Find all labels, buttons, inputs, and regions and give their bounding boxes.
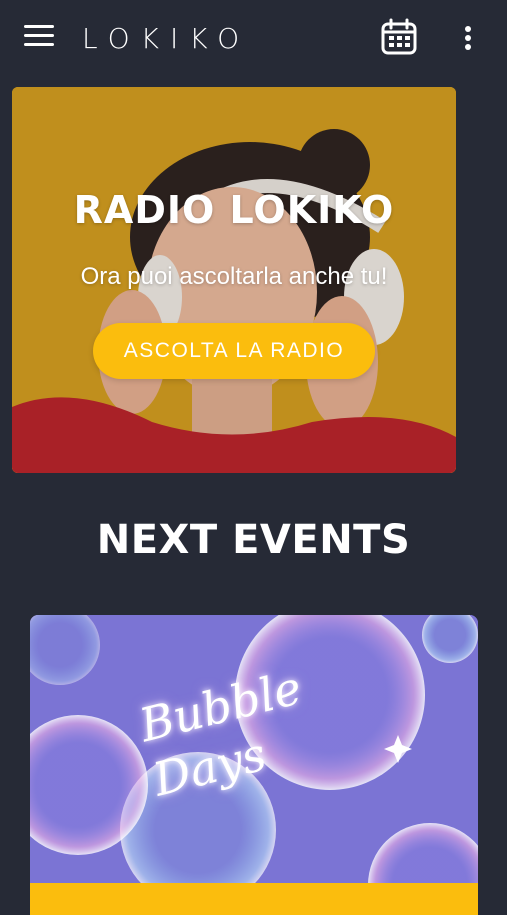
app-logo[interactable]: LOKIKO <box>82 22 250 56</box>
radio-title: RADIO LOKIKO <box>73 188 395 232</box>
listen-radio-button[interactable]: ASCOLTA LA RADIO <box>93 323 375 379</box>
radio-subtitle: Ora puoi ascoltarla anche tu! <box>80 263 388 290</box>
more-vert-icon[interactable] <box>460 24 476 54</box>
event-info-bar[interactable] <box>30 883 478 915</box>
calendar-icon[interactable] <box>380 18 418 56</box>
app-bar: LOKIKO <box>0 0 507 78</box>
radio-banner[interactable]: RADIO LOKIKO Ora puoi ascoltarla anche t… <box>12 87 456 473</box>
menu-icon[interactable] <box>24 25 54 51</box>
next-events-title: NEXT EVENTS <box>96 517 411 563</box>
event-card[interactable]: Bubble Days <box>30 615 478 915</box>
